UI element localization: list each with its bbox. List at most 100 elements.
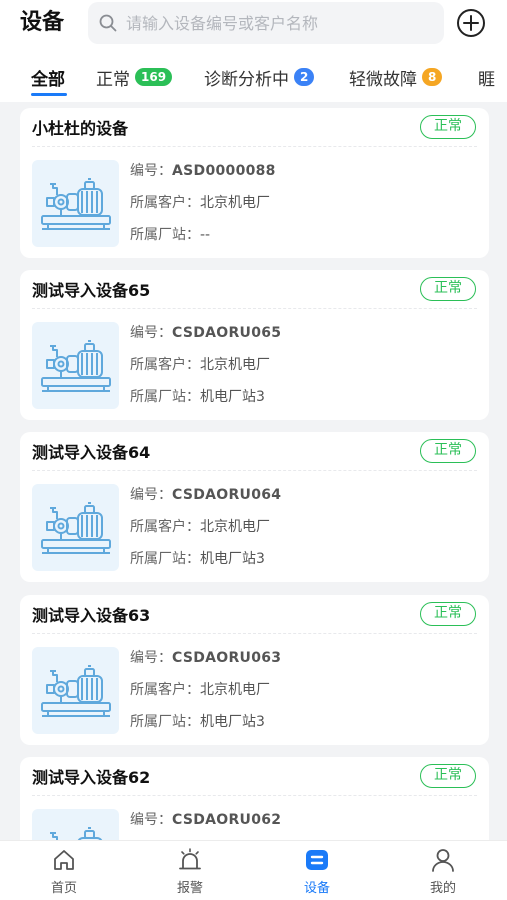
motor-pump-icon — [50, 827, 103, 840]
device-thumbnail — [32, 160, 119, 247]
field-label: 编号： — [130, 650, 172, 666]
card-divider — [32, 633, 477, 634]
tab-minor-fault[interactable]: 轻微故障 8 — [349, 64, 443, 90]
device-code: CSDAORU063 — [172, 650, 282, 666]
customer-row: 所属客户：北京机电厂 — [130, 517, 270, 537]
field-label: 所属客户： — [130, 519, 200, 535]
nav-item-profile[interactable]: 我的 — [403, 847, 483, 897]
station-row: 所属厂站：机电厂站3 — [130, 712, 265, 732]
nav-label: 首页 — [50, 881, 77, 896]
field-label: 所属客户： — [130, 682, 200, 698]
nav-item-home[interactable]: 首页 — [24, 847, 104, 897]
user-icon — [432, 849, 454, 872]
device-thumbnail — [32, 484, 119, 571]
card-divider — [32, 795, 477, 796]
field-label: 所属厂站： — [130, 227, 200, 243]
device-code: CSDAORU065 — [172, 325, 282, 341]
status-badge: 正常 — [420, 764, 476, 788]
field-label: 编号： — [130, 325, 172, 341]
status-tabs: 全部 正常 169 诊断分析中 2 轻微故障 8 睚 — [0, 50, 507, 102]
device-code: CSDAORU062 — [172, 812, 282, 828]
customer-name: 北京机电厂 — [200, 519, 270, 535]
device-card[interactable]: 小杜杜的设备 正常 编号：ASD0000088 所属客户：北京机电厂 所属厂站：-- — [20, 108, 489, 258]
search-box[interactable] — [88, 2, 444, 44]
device-thumbnail — [32, 809, 119, 840]
device-code-row: 编号：CSDAORU062 — [130, 810, 281, 830]
field-label: 所属厂站： — [130, 714, 200, 730]
nav-label: 设备 — [303, 881, 330, 896]
tab-label: 诊断分析中 — [204, 69, 289, 90]
device-code-row: 编号：CSDAORU065 — [130, 323, 281, 343]
field-label: 编号： — [130, 812, 172, 828]
device-card[interactable]: 测试导入设备64 正常 编号：CSDAORU064 所属客户：北京机电厂 所属厂站：机电… — [20, 432, 489, 582]
field-label: 所属客户： — [130, 195, 200, 211]
tab-label: 轻微故障 — [349, 69, 417, 90]
device-code-row: 编号：CSDAORU063 — [130, 648, 281, 668]
device-name: 测试导入设备63 — [32, 606, 151, 625]
motor-pump-icon — [41, 665, 111, 717]
customer-row: 所属客户：北京机电厂 — [130, 680, 270, 700]
nav-label: 报警 — [176, 881, 203, 896]
device-thumbnail — [32, 647, 119, 734]
field-label: 所属客户： — [130, 357, 200, 373]
search-input[interactable] — [126, 2, 426, 44]
motor-pump-icon — [41, 340, 111, 392]
device-thumbnail — [32, 322, 119, 409]
nav-item-alarm[interactable]: 报警 — [150, 847, 230, 897]
device-code-row: 编号：ASD0000088 — [130, 161, 276, 181]
motor-pump-icon — [41, 178, 111, 230]
tab-diagnosing[interactable]: 诊断分析中 2 — [204, 64, 315, 90]
tab-label: 正常 — [96, 69, 130, 90]
motor-pump-icon — [41, 502, 111, 554]
card-divider — [32, 146, 477, 147]
device-card[interactable]: 测试导入设备63 正常 编号：CSDAORU063 所属客户：北京机电厂 所属厂站：机电… — [20, 595, 489, 745]
customer-name: 北京机电厂 — [200, 195, 270, 211]
station-name: -- — [200, 227, 211, 243]
field-label: 所属厂站： — [130, 389, 200, 405]
customer-name: 北京机电厂 — [200, 357, 270, 373]
nav-item-device[interactable]: 设备 — [277, 847, 357, 897]
tab-label: 睚 — [478, 69, 495, 90]
add-device-button[interactable] — [456, 8, 486, 38]
count-badge: 2 — [294, 68, 315, 86]
nav-label: 我的 — [429, 881, 456, 896]
top-bar: 设备 — [0, 0, 507, 50]
tab-label: 全部 — [31, 69, 65, 90]
status-badge: 正常 — [420, 439, 476, 463]
customer-row: 所属客户：北京机电厂 — [130, 193, 270, 213]
search-icon — [99, 14, 117, 32]
field-label: 编号： — [130, 487, 172, 503]
station-row: 所属厂站：机电厂站3 — [130, 387, 265, 407]
tab-normal[interactable]: 正常 169 — [96, 64, 173, 90]
customer-name: 北京机电厂 — [200, 682, 270, 698]
station-row: 所属厂站：机电厂站3 — [130, 549, 265, 569]
device-name: 测试导入设备62 — [32, 768, 151, 787]
device-icon — [306, 850, 328, 870]
card-divider — [32, 470, 477, 471]
home-icon — [54, 850, 74, 870]
bottom-nav: 首页 报警 设备 我的 — [0, 840, 507, 900]
station-name: 机电厂站3 — [200, 714, 265, 730]
count-badge: 169 — [135, 68, 173, 86]
device-name: 小杜杜的设备 — [32, 119, 129, 138]
status-badge: 正常 — [420, 277, 476, 301]
station-name: 机电厂站3 — [200, 551, 265, 567]
card-divider — [32, 308, 477, 309]
count-badge: 8 — [422, 68, 443, 86]
field-label: 所属厂站： — [130, 551, 200, 567]
device-code-row: 编号：CSDAORU064 — [130, 485, 281, 505]
field-label: 编号： — [130, 163, 172, 179]
device-code: CSDAORU064 — [172, 487, 282, 503]
status-badge: 正常 — [420, 602, 476, 626]
active-tab-indicator — [31, 93, 67, 96]
device-card[interactable]: 测试导入设备62正常编号：CSDAORU062所属客户： — [20, 757, 489, 840]
status-badge: 正常 — [420, 115, 476, 139]
device-card[interactable]: 测试导入设备65 正常 编号：CSDAORU065 所属客户：北京机电厂 所属厂站：机电… — [20, 270, 489, 420]
tab-all[interactable]: 全部 — [31, 64, 65, 90]
tab-more[interactable]: 睚 — [478, 64, 495, 90]
device-name: 测试导入设备65 — [32, 281, 151, 300]
device-list: 小杜杜的设备 正常 编号：ASD0000088 所属客户：北京机电厂 所属厂站：-- 测试… — [0, 102, 507, 840]
device-name: 测试导入设备64 — [32, 443, 151, 462]
customer-row: 所属客户：北京机电厂 — [130, 355, 270, 375]
station-row: 所属厂站：-- — [130, 225, 210, 245]
